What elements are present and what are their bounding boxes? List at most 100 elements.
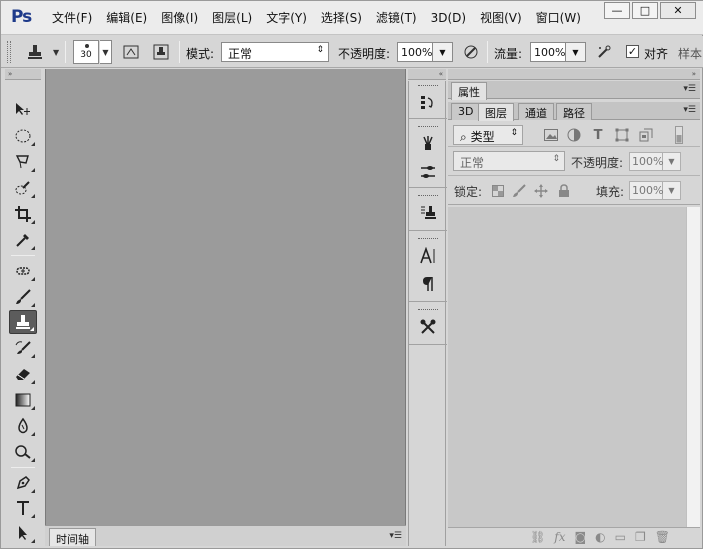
tool-quick-select[interactable] — [9, 176, 37, 200]
tool-eraser[interactable] — [9, 362, 37, 386]
tool-path-select[interactable] — [9, 521, 37, 545]
new-layer-icon[interactable]: ❐ — [635, 530, 646, 544]
tool-spot-heal[interactable] — [9, 259, 37, 283]
tab-3d[interactable]: 3D — [451, 103, 481, 120]
tool-brush[interactable] — [9, 285, 37, 309]
character-panel-button[interactable] — [409, 242, 447, 270]
tool-marquee[interactable] — [9, 124, 37, 148]
brush-presets-button[interactable] — [409, 130, 447, 158]
history-panel-button[interactable] — [409, 89, 447, 117]
panel-menu-icon[interactable]: ▾☰ — [389, 531, 402, 541]
filter-toggle-switch[interactable] — [674, 126, 684, 144]
chevron-down-icon[interactable]: ▼ — [53, 48, 59, 57]
new-group-icon[interactable]: ▭ — [615, 530, 626, 544]
tool-lasso[interactable] — [9, 150, 37, 174]
link-layers-icon[interactable]: ⛓ — [530, 530, 545, 544]
opacity-slider-button[interactable]: ▼ — [433, 42, 453, 62]
timeline-tab[interactable]: 时间轴 — [49, 528, 96, 546]
paragraph-panel-button[interactable] — [409, 270, 447, 298]
tool-crop[interactable] — [9, 202, 37, 226]
opacity-input[interactable]: 100% — [397, 42, 433, 62]
dock-grip[interactable] — [418, 85, 438, 87]
tab-properties[interactable]: 属性 — [451, 82, 487, 100]
options-bar-grip[interactable] — [7, 41, 11, 63]
tool-history-brush[interactable] — [9, 336, 37, 360]
tab-channels[interactable]: 通道 — [518, 103, 554, 120]
menu-3d[interactable]: 3D(D) — [424, 10, 473, 26]
tab-paths[interactable]: 路径 — [556, 103, 592, 120]
pressure-opacity-button[interactable] — [461, 42, 481, 62]
tool-eyedropper[interactable] — [9, 228, 37, 252]
fill-slider-button[interactable]: ▼ — [663, 181, 681, 200]
lock-transparent-button[interactable] — [490, 183, 506, 199]
close-button[interactable]: ✕ — [660, 2, 696, 19]
layer-opacity-input[interactable]: 100% — [629, 152, 663, 171]
trash-icon[interactable]: 🗑 — [655, 530, 670, 544]
panels-collapse-strip[interactable]: » — [448, 69, 700, 80]
more-tools-indicator — [31, 277, 35, 281]
adjustment-layer-icon[interactable]: ◐ — [595, 530, 605, 544]
more-tools-indicator — [31, 380, 35, 384]
dock-grip[interactable] — [418, 126, 438, 128]
tool-clone-stamp[interactable] — [9, 310, 37, 334]
brush-tip-icon — [85, 44, 89, 48]
dock-grip[interactable] — [418, 195, 438, 197]
menu-type[interactable]: 文字(Y) — [259, 10, 314, 26]
lock-all-button[interactable] — [556, 183, 572, 199]
menu-edit[interactable]: 编辑(E) — [99, 10, 154, 26]
fx-icon[interactable]: fx — [554, 530, 565, 544]
clone-source-panel-button[interactable] — [409, 199, 447, 227]
brush-panel-toggle[interactable] — [121, 42, 141, 62]
blend-mode-select[interactable]: 正常 ⇕ — [453, 151, 565, 171]
menu-layer[interactable]: 图层(L) — [205, 10, 259, 26]
dock-collapse-strip[interactable]: « — [408, 69, 446, 80]
minimize-button[interactable]: — — [604, 2, 630, 19]
lock-pixels-button[interactable] — [511, 183, 527, 199]
layer-opacity-slider-button[interactable]: ▼ — [663, 152, 681, 171]
flow-slider-button[interactable]: ▼ — [566, 42, 586, 62]
airbrush-button[interactable] — [594, 42, 614, 62]
aligned-label: 对齐 — [644, 47, 669, 61]
filter-pixel-icon[interactable] — [543, 127, 559, 143]
layers-scrollbar[interactable] — [686, 207, 700, 527]
tool-blur[interactable] — [9, 414, 37, 438]
toolbar-collapse-strip[interactable]: » — [5, 69, 41, 80]
tool-type[interactable] — [9, 496, 37, 520]
tool-dodge[interactable] — [9, 440, 37, 464]
mode-select[interactable]: 正常 ⇕ — [221, 42, 329, 62]
menu-image[interactable]: 图像(I) — [154, 10, 205, 26]
tool-pen[interactable] — [9, 471, 37, 495]
menu-filter[interactable]: 滤镜(T) — [369, 10, 424, 26]
panel-menu-icon[interactable]: ▾☰ — [683, 84, 696, 94]
aligned-checkbox[interactable]: ✓ — [626, 45, 639, 58]
dock-grip[interactable] — [418, 309, 438, 311]
lock-position-button[interactable] — [533, 183, 549, 199]
brush-preset-picker[interactable]: 30 — [73, 40, 99, 64]
tool-presets-button[interactable] — [409, 313, 447, 341]
menu-view[interactable]: 视图(V) — [473, 10, 529, 26]
filter-adjustment-icon[interactable] — [566, 127, 582, 143]
add-mask-icon[interactable]: ◙ — [575, 530, 587, 544]
menu-select[interactable]: 选择(S) — [314, 10, 369, 26]
brush-dropdown-button[interactable]: ▼ — [100, 40, 112, 64]
tool-move[interactable] — [9, 97, 37, 121]
layer-filter-select[interactable]: ⌕ 类型 ⇕ — [453, 125, 523, 145]
maximize-button[interactable]: □ — [632, 2, 658, 19]
chevron-down-icon: ▼ — [572, 47, 579, 57]
menu-file[interactable]: 文件(F) — [45, 10, 99, 26]
tab-layers[interactable]: 图层 — [478, 103, 514, 121]
document-canvas-area[interactable] — [45, 69, 406, 525]
fill-input[interactable]: 100% — [629, 181, 663, 200]
clone-source-toggle[interactable] — [151, 42, 171, 62]
menu-window[interactable]: 窗口(W) — [529, 10, 588, 26]
brush-settings-button[interactable] — [409, 158, 447, 186]
filter-smart-object-icon[interactable] — [638, 127, 654, 143]
panel-menu-icon[interactable]: ▾☰ — [683, 105, 696, 115]
dock-grip[interactable] — [418, 238, 438, 240]
tool-gradient[interactable] — [9, 388, 37, 412]
filter-type-icon[interactable]: T — [590, 127, 606, 143]
layers-list[interactable] — [448, 207, 686, 527]
filter-shape-icon[interactable] — [614, 127, 630, 143]
tool-preset-picker[interactable] — [23, 41, 47, 63]
flow-input[interactable]: 100% — [530, 42, 566, 62]
